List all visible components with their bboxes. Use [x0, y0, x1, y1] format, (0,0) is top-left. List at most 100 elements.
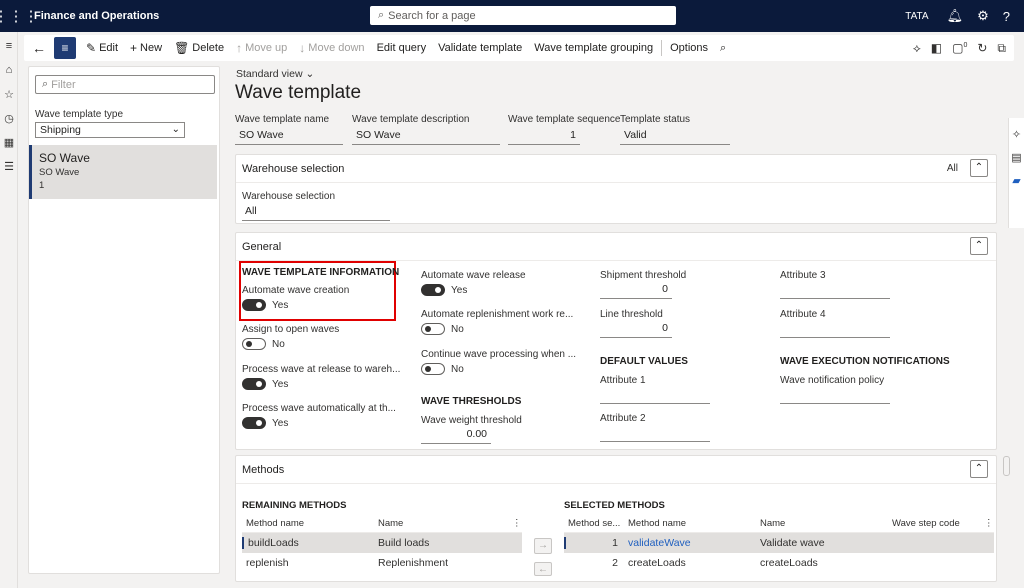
line-threshold-field[interactable]: 0 — [600, 322, 672, 338]
vertical-scrollbar[interactable] — [1003, 456, 1010, 476]
column-header-name[interactable]: Name — [374, 518, 508, 529]
column-options-icon[interactable]: ⋮ — [980, 518, 994, 529]
notifications-bell-icon[interactable]: 🔔︎ — [947, 8, 964, 24]
workspaces-icon[interactable]: ▦ — [0, 136, 18, 152]
column-header-method-name[interactable]: Method name — [242, 518, 374, 529]
process-wave-automatically-label: Process wave automatically at th... — [242, 403, 396, 414]
wave-weight-threshold-field[interactable]: 0.00 — [421, 428, 491, 444]
filter-placeholder: Filter — [51, 78, 76, 91]
general-header[interactable]: General ⌃ — [236, 233, 996, 261]
field-label: Wave template sequence — [508, 114, 621, 125]
assign-to-open-waves-toggle[interactable]: No — [242, 338, 285, 350]
attribute-2-field[interactable] — [600, 426, 710, 442]
table-row[interactable]: 1 validateWave Validate wave — [564, 533, 994, 553]
settings-gear-icon[interactable]: ⚙ — [977, 8, 989, 24]
attribute-1-field[interactable] — [600, 388, 710, 404]
wave-template-description-field[interactable]: SO Wave — [352, 129, 500, 145]
list-pane: ⌕ Filter Wave template type Shipping ⌄ S… — [28, 66, 220, 574]
collapse-chevron-up-icon[interactable]: ⌃ — [970, 237, 988, 255]
shipment-threshold-field[interactable]: 0 — [600, 283, 672, 299]
edit-query-button[interactable]: Edit query — [371, 35, 433, 61]
search-input[interactable]: ⌕ Search for a page — [370, 6, 676, 25]
continue-wave-processing-toggle[interactable]: No — [421, 363, 464, 375]
attribute-1-label: Attribute 1 — [600, 375, 646, 386]
toggle-value: Yes — [451, 284, 468, 296]
help-icon[interactable]: ? — [1003, 9, 1010, 24]
refresh-icon[interactable]: ↻ — [977, 41, 987, 55]
toggle-switch — [421, 323, 445, 335]
list-item[interactable]: SO Wave SO Wave 1 — [29, 145, 217, 199]
general-section: General ⌃ WAVE TEMPLATE INFORMATION Auto… — [235, 232, 997, 450]
wave-weight-threshold-label: Wave weight threshold — [421, 415, 522, 426]
table-row[interactable]: replenish Replenishment — [242, 553, 522, 573]
cell-method-name-link[interactable]: validateWave — [624, 537, 756, 549]
warehouse-selection-field[interactable]: All — [242, 205, 390, 221]
list-menu-button[interactable]: ≡ — [54, 37, 76, 59]
table-row[interactable]: 2 createLoads createLoads — [564, 553, 994, 573]
open-new-window-icon[interactable]: ⧉ — [997, 41, 1006, 56]
company-selector[interactable]: TATA — [905, 11, 928, 22]
section-title: Methods — [242, 463, 285, 476]
automate-replenishment-toggle[interactable]: No — [421, 323, 464, 335]
collapse-chevron-up-icon[interactable]: ⌃ — [970, 460, 988, 478]
add-method-arrow-icon[interactable]: → — [534, 538, 552, 554]
attribute-3-field[interactable] — [780, 283, 890, 299]
view-selector[interactable]: Standard view ⌄ — [236, 68, 314, 80]
table-row[interactable]: buildLoads Build loads — [242, 533, 522, 553]
column-options-icon[interactable]: ⋮ — [508, 518, 522, 529]
wave-template-sequence-field[interactable]: 1 — [508, 129, 580, 145]
modules-list-icon[interactable]: ☰ — [0, 160, 18, 176]
search-icon: ⌕ — [720, 41, 727, 54]
shipment-threshold-label: Shipment threshold — [600, 270, 687, 281]
process-wave-at-release-toggle[interactable]: Yes — [242, 378, 288, 390]
process-wave-automatically-toggle[interactable]: Yes — [242, 417, 288, 429]
warehouse-selection-header[interactable]: Warehouse selection All ⌃ — [236, 155, 996, 183]
wave-template-name-field[interactable]: SO Wave — [235, 129, 343, 145]
pin-icon[interactable]: ▰ — [1009, 174, 1024, 187]
automate-wave-creation-toggle[interactable]: Yes — [242, 299, 288, 311]
action-search-button[interactable]: ⌕ — [714, 35, 732, 61]
nav-menu-icon[interactable]: ≡ — [0, 40, 18, 56]
grid-header-row: Method se... Method name Name Wave step … — [564, 515, 994, 533]
column-header-method-sequence[interactable]: Method se... — [564, 518, 624, 529]
toggle-value: No — [451, 363, 464, 375]
power-apps-icon[interactable]: ⟡ — [913, 41, 921, 56]
move-up-button[interactable]: ↑ Move up — [230, 35, 293, 61]
column-header-name[interactable]: Name — [756, 518, 888, 529]
office-icon[interactable]: ◧ — [931, 41, 942, 55]
wave-template-information-heading: WAVE TEMPLATE INFORMATION — [242, 267, 400, 278]
automate-wave-creation-label: Automate wave creation — [242, 285, 350, 296]
automate-replenishment-label: Automate replenishment work re... — [421, 309, 574, 320]
move-down-button[interactable]: ↓ Move down — [293, 35, 370, 61]
methods-header[interactable]: Methods ⌃ — [236, 456, 996, 484]
wave-template-type-select[interactable]: Shipping ⌄ — [35, 122, 185, 138]
sparkle-icon[interactable]: ✧ — [1009, 128, 1024, 141]
column-header-method-name[interactable]: Method name — [624, 518, 756, 529]
new-button[interactable]: + New — [124, 35, 168, 61]
delete-button[interactable]: 🗑︎ Delete — [168, 35, 230, 61]
collapse-chevron-up-icon[interactable]: ⌃ — [970, 159, 988, 177]
validate-template-button[interactable]: Validate template — [432, 35, 528, 61]
clipboard-icon[interactable]: ▤ — [1009, 151, 1024, 164]
edit-button[interactable]: ✎ Edit — [80, 35, 124, 61]
attribute-4-field[interactable] — [780, 322, 890, 338]
automate-wave-release-label: Automate wave release — [421, 270, 526, 281]
automate-wave-release-toggle[interactable]: Yes — [421, 284, 467, 296]
remove-method-arrow-icon[interactable]: ← — [534, 562, 552, 576]
wave-thresholds-heading: WAVE THRESHOLDS — [421, 396, 522, 407]
recent-clock-icon[interactable]: ◷ — [0, 112, 18, 128]
filter-input[interactable]: ⌕ Filter — [35, 75, 215, 94]
selected-methods-grid: Method se... Method name Name Wave step … — [564, 515, 994, 573]
column-header-wave-step-code[interactable]: Wave step code — [888, 518, 980, 529]
favorites-star-icon[interactable]: ☆ — [0, 88, 18, 104]
arrow-up-icon: ↑ — [236, 41, 243, 55]
app-launcher-icon[interactable]: ⋮⋮⋮ — [0, 0, 39, 32]
attachments-icon[interactable]: ▢0 — [952, 41, 967, 55]
options-tab[interactable]: Options — [664, 35, 714, 61]
toggle-switch — [242, 417, 266, 429]
back-button[interactable]: ← — [24, 35, 54, 61]
home-icon[interactable]: ⌂ — [0, 64, 18, 80]
wave-template-grouping-button[interactable]: Wave template grouping — [528, 35, 659, 61]
wave-notification-policy-field[interactable] — [780, 388, 890, 404]
template-status-field[interactable]: Valid — [620, 129, 730, 145]
